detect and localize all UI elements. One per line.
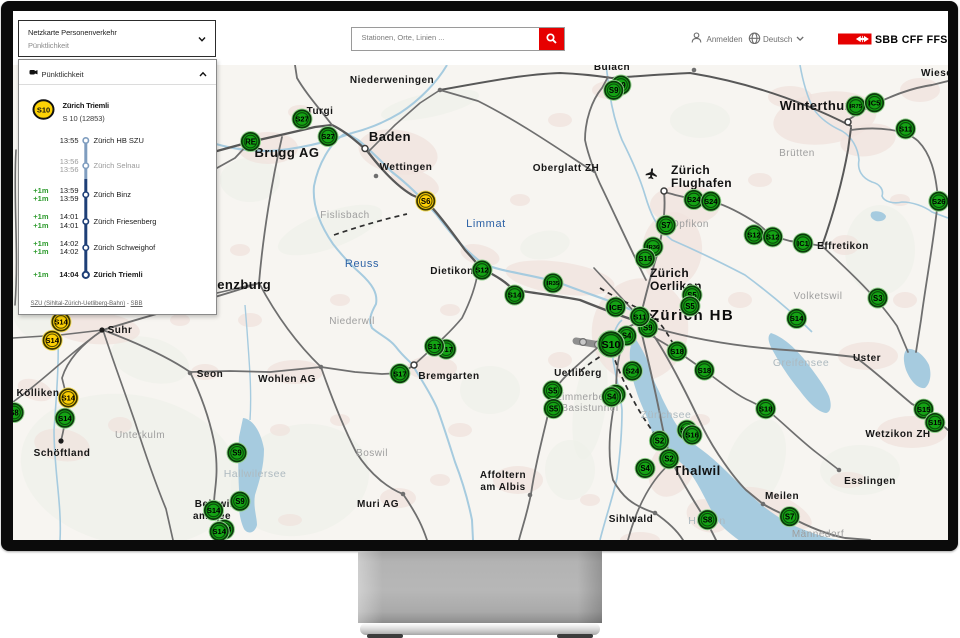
svg-text:S14: S14 — [54, 318, 68, 327]
svg-text:Kölliken: Kölliken — [16, 388, 59, 399]
svg-text:S14: S14 — [212, 527, 226, 536]
svg-text:Dietikon: Dietikon — [430, 266, 473, 277]
svg-text:S24: S24 — [687, 195, 701, 204]
svg-text:S17: S17 — [393, 369, 406, 378]
svg-text:RE: RE — [245, 137, 256, 146]
svg-text:S5: S5 — [685, 302, 695, 311]
svg-text:ICE: ICE — [609, 303, 622, 312]
svg-text:Wetzikon ZH: Wetzikon ZH — [865, 429, 930, 440]
svg-text:S27: S27 — [295, 115, 308, 124]
svg-text:S14: S14 — [61, 394, 75, 403]
svg-text:Hallwilersee: Hallwilersee — [223, 468, 286, 480]
svg-text:Niederweningen: Niederweningen — [349, 75, 433, 86]
svg-text:S7: S7 — [661, 221, 671, 230]
svg-text:S10: S10 — [601, 339, 620, 351]
svg-text:S15: S15 — [928, 418, 941, 427]
svg-text:S4: S4 — [606, 393, 616, 402]
svg-text:Niederwil: Niederwil — [329, 316, 375, 327]
svg-text:Zürich: Zürich — [671, 163, 710, 177]
svg-text:S14: S14 — [206, 506, 220, 515]
svg-text:S9: S9 — [608, 86, 618, 95]
svg-text:S5: S5 — [548, 404, 558, 413]
svg-text:Bülach: Bülach — [593, 65, 629, 73]
svg-text:S15: S15 — [917, 405, 930, 414]
svg-text:Zürich: Zürich — [650, 266, 689, 280]
svg-text:S18: S18 — [759, 404, 772, 413]
svg-text:Oberglatt ZH: Oberglatt ZH — [532, 163, 599, 174]
svg-text:Männedorf: Männedorf — [791, 529, 843, 540]
svg-text:Wiesen: Wiesen — [921, 68, 948, 79]
svg-text:S11: S11 — [633, 312, 646, 321]
svg-text:S8: S8 — [702, 516, 712, 525]
svg-text:S26: S26 — [932, 197, 945, 206]
svg-text:Wettingen: Wettingen — [379, 162, 432, 173]
svg-text:S3: S3 — [873, 294, 883, 303]
svg-text:Bremgarten: Bremgarten — [418, 371, 479, 382]
svg-text:Suhr: Suhr — [107, 325, 132, 336]
svg-text:S15: S15 — [638, 254, 651, 263]
svg-text:Boswil: Boswil — [356, 448, 388, 459]
svg-text:Brütten: Brütten — [779, 148, 815, 159]
svg-text:Brugg AG: Brugg AG — [254, 145, 319, 160]
svg-text:S17: S17 — [427, 342, 440, 351]
svg-text:Thalwil: Thalwil — [673, 463, 721, 478]
svg-text:S12: S12 — [766, 233, 779, 242]
svg-text:Opfikon: Opfikon — [671, 219, 709, 230]
svg-text:S24: S24 — [625, 367, 639, 376]
svg-text:S14: S14 — [507, 291, 521, 300]
svg-text:Meilen: Meilen — [764, 491, 798, 502]
svg-text:Volketswil: Volketswil — [793, 291, 842, 302]
svg-text:S5: S5 — [547, 386, 557, 395]
svg-text:Unterkulm: Unterkulm — [114, 430, 164, 441]
svg-text:S18: S18 — [697, 366, 710, 375]
svg-text:S12: S12 — [747, 231, 760, 240]
svg-text:SBB CFF FFS: SBB CFF FFS — [875, 34, 948, 46]
svg-text:S7: S7 — [784, 512, 794, 521]
svg-text:Wohlen AG: Wohlen AG — [258, 374, 316, 385]
svg-text:Zürichsee: Zürichsee — [640, 409, 691, 421]
svg-text:S27: S27 — [321, 132, 334, 141]
svg-text:S14: S14 — [58, 414, 72, 423]
svg-text:Greifensee: Greifensee — [772, 357, 828, 369]
svg-text:Schöftland: Schöftland — [33, 448, 90, 459]
svg-text:S2: S2 — [654, 437, 664, 446]
svg-text:Reuss: Reuss — [344, 258, 378, 270]
svg-text:Seon: Seon — [196, 369, 222, 380]
svg-text:S24: S24 — [704, 197, 718, 206]
svg-text:Esslingen: Esslingen — [844, 476, 896, 487]
svg-text:S6: S6 — [420, 197, 430, 206]
svg-text:Limmat: Limmat — [466, 218, 506, 230]
svg-text:Uster: Uster — [852, 353, 880, 364]
svg-text:Baden: Baden — [368, 129, 410, 144]
svg-text:Uetliberg: Uetliberg — [554, 368, 602, 379]
svg-text:Effretikon: Effretikon — [817, 241, 869, 252]
svg-text:IR35: IR35 — [546, 281, 559, 287]
svg-text:S2: S2 — [664, 455, 674, 464]
svg-text:Deutsch: Deutsch — [763, 35, 792, 44]
svg-text:IR75: IR75 — [849, 104, 862, 110]
svg-text:Winterthur: Winterthur — [779, 98, 850, 113]
svg-text:S11: S11 — [899, 125, 912, 134]
svg-text:Affoltern: Affoltern — [479, 470, 525, 481]
svg-text:S8: S8 — [13, 408, 19, 417]
svg-text:Flughafen: Flughafen — [671, 176, 732, 190]
svg-text:S14: S14 — [789, 314, 803, 323]
svg-text:S16: S16 — [685, 431, 698, 440]
svg-text:Sihlwald: Sihlwald — [608, 514, 653, 525]
svg-text:S9: S9 — [235, 497, 245, 506]
svg-text:Lenzburg: Lenzburg — [208, 277, 271, 292]
svg-text:Muri AG: Muri AG — [356, 499, 398, 510]
svg-text:S9: S9 — [232, 449, 242, 458]
svg-text:S12: S12 — [475, 266, 488, 275]
svg-text:S18: S18 — [670, 347, 683, 356]
svg-text:IC5: IC5 — [868, 98, 880, 107]
svg-text:IC1: IC1 — [797, 239, 809, 248]
svg-text:Fislisbach: Fislisbach — [320, 210, 369, 221]
svg-text:S14: S14 — [45, 336, 59, 345]
svg-text:am Albis: am Albis — [480, 482, 525, 493]
svg-text:Anmelden: Anmelden — [706, 35, 742, 44]
svg-text:S4: S4 — [640, 464, 650, 473]
